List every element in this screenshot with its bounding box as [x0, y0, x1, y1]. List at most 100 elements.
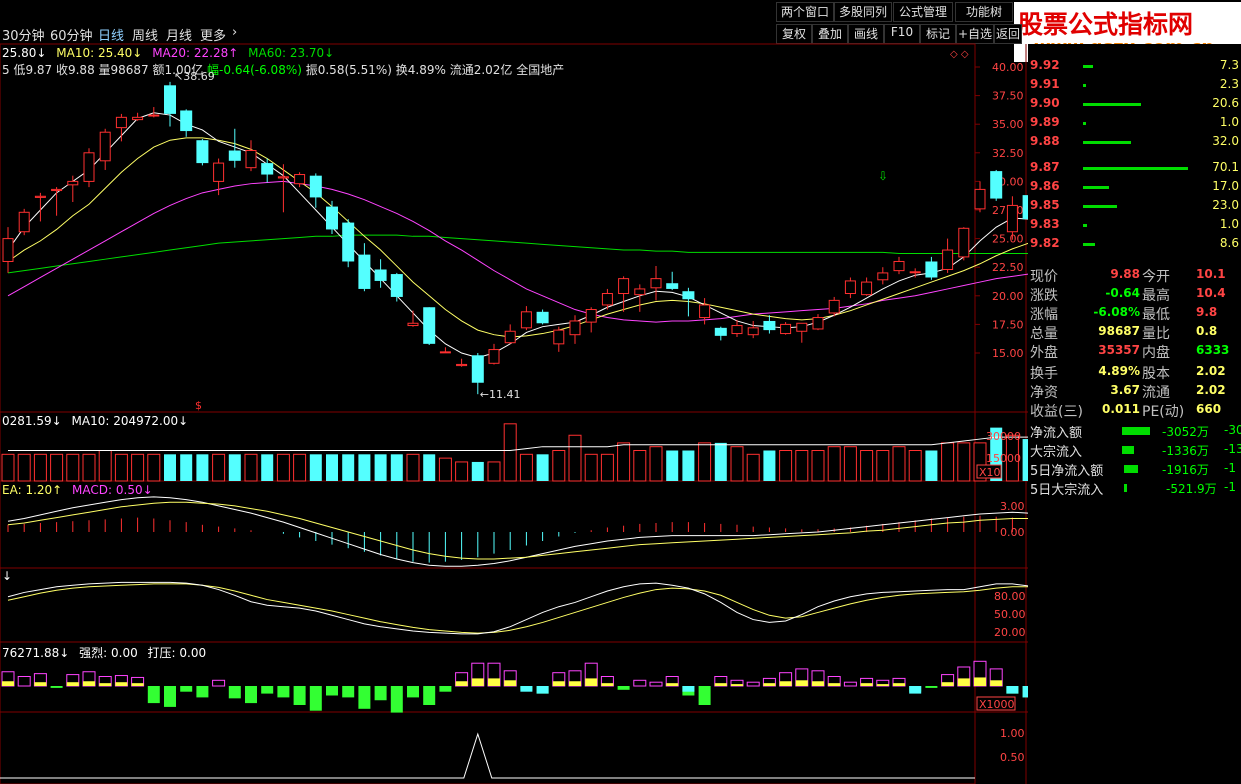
orderbook-row[interactable]: 9.85 23.0: [1028, 196, 1241, 215]
orderbook-row[interactable]: 9.83 1.0: [1028, 215, 1241, 234]
price-tick-label: 20.00: [992, 290, 1024, 303]
dea-value: EA: 1.20↑: [2, 483, 63, 497]
orderbook-volume-bar: [1083, 84, 1086, 87]
orderbook-row[interactable]: 9.82 8.6: [1028, 234, 1241, 253]
volume-bar: [33, 453, 47, 482]
volume-bar: [568, 434, 582, 482]
volume-bar: [276, 453, 290, 482]
candle-body: [504, 330, 516, 344]
price-tick-label: 17.50: [992, 318, 1024, 331]
flow-legend: 76271.88↓ 强烈: 0.00 打压: 0.00: [2, 644, 206, 661]
volume-bar: [827, 446, 841, 482]
orderbook-price: 9.89: [1030, 115, 1060, 129]
volume-bar: [682, 450, 695, 481]
orderbook-price: 9.87: [1030, 160, 1060, 174]
flow-yellow-bar: [763, 683, 776, 686]
orderbook-volume-bar: [1083, 65, 1093, 68]
volume-bar: [438, 457, 452, 482]
volume-bar: [617, 442, 631, 482]
macd-legend: EA: 1.20↑ MACD: 0.50↓: [2, 483, 153, 497]
flow-row: 大宗流入 -1336万 -13: [1028, 441, 1241, 460]
candle-body: [83, 152, 95, 182]
stat-label: 今开: [1142, 269, 1170, 285]
volume-bar: [714, 442, 727, 481]
flow-yellow-bar: [83, 681, 95, 686]
flow-yellow-bar: [990, 680, 1003, 686]
signal-marker-icon: $: [195, 399, 202, 412]
volume-bar: [584, 453, 598, 482]
flow-yellow-bar: [941, 682, 954, 686]
candle-body: [99, 131, 111, 162]
volume-bar: [536, 454, 549, 481]
flow-bar: [374, 686, 387, 701]
stat-row: 现价 9.88 今开 10.1: [1028, 266, 1241, 285]
volume-bar: [147, 453, 161, 482]
stat-value: -0.64: [1105, 286, 1140, 300]
candle-body: [569, 320, 581, 336]
candle-body: [844, 280, 856, 295]
volume-bar: [633, 450, 647, 482]
candle-body: [34, 195, 46, 198]
candle-body: [861, 281, 873, 296]
flow-bar: [358, 686, 371, 709]
price-tick-label: 32.50: [992, 147, 1024, 160]
macd-tick-label: 3.00: [1000, 500, 1025, 513]
flow-yellow-bar: [828, 683, 841, 686]
stat-label: 收益(三): [1030, 404, 1083, 420]
flow-bar: [617, 686, 630, 690]
flow-yellow-bar: [99, 683, 112, 686]
candle-body: [374, 269, 387, 281]
flow-yellow-bar: [714, 683, 727, 686]
flow-yellow-bar: [552, 681, 565, 686]
price-tick-label: 35.00: [992, 118, 1024, 131]
candle-body: [439, 351, 451, 354]
candle-body: [358, 254, 371, 289]
volume-bar: [164, 454, 176, 481]
orderbook-row[interactable]: 9.89 1.0: [1028, 113, 1241, 132]
candle-body: [1006, 204, 1018, 233]
macd-dea-line: [7, 501, 1028, 560]
orderbook-row[interactable]: 9.90 20.6: [1028, 94, 1241, 113]
stat-label: 股本: [1142, 366, 1170, 382]
volume-bar: [666, 450, 679, 481]
candle-body: [925, 261, 938, 278]
orderbook-row[interactable]: 9.88 32.0: [1028, 132, 1241, 151]
volume-bar: [66, 453, 80, 482]
flow-cyan-bar: [909, 686, 922, 694]
orderbook-row[interactable]: 9.91 2.3: [1028, 75, 1241, 94]
orderbook-row[interactable]: 9.92 7.3: [1028, 56, 1241, 75]
volume-bar: [860, 450, 874, 482]
orderbook-price: 9.90: [1030, 96, 1060, 110]
flow-value-2: -1: [1224, 461, 1236, 475]
kline-chart[interactable]: 40.0037.5035.0032.5030.0027.5025.0022.50…: [0, 0, 1028, 784]
volume-bar: [293, 453, 307, 482]
flow-bar: [698, 686, 711, 705]
stat-label: 最低: [1142, 307, 1170, 323]
stat-value: 6333: [1196, 343, 1230, 357]
candle-body: [115, 116, 127, 129]
candle-body: [974, 188, 986, 210]
flow-yellow-bar: [893, 683, 905, 686]
stat-value: 2.02: [1196, 364, 1226, 378]
stat-label: 内盘: [1142, 345, 1170, 361]
flow-yellow-bar: [115, 682, 128, 686]
flow-bar: [147, 686, 160, 704]
flow-yellow-bar: [666, 683, 679, 686]
flow-yellow-bar: [779, 681, 792, 686]
flow-bar: [1124, 465, 1138, 473]
orderbook-price: 9.85: [1030, 198, 1060, 212]
signal-tick-label: 1.00: [1000, 727, 1025, 740]
orderbook-row[interactable]: 9.87 70.1: [1028, 158, 1241, 177]
stat-label: 外盘: [1030, 345, 1058, 361]
volume-bar: [358, 454, 371, 481]
flow-bar: [245, 686, 257, 704]
flow-bar: [439, 686, 452, 692]
stat-label: 净资: [1030, 385, 1058, 401]
stat-label: 现价: [1030, 269, 1058, 285]
volume-bar: [261, 454, 274, 481]
candle-body: [390, 274, 403, 297]
flow-bar: [326, 686, 338, 696]
orderbook-volume: 8.6: [1219, 236, 1239, 250]
orderbook-row[interactable]: 9.86 17.0: [1028, 177, 1241, 196]
stat-value: 2.02: [1196, 383, 1226, 397]
